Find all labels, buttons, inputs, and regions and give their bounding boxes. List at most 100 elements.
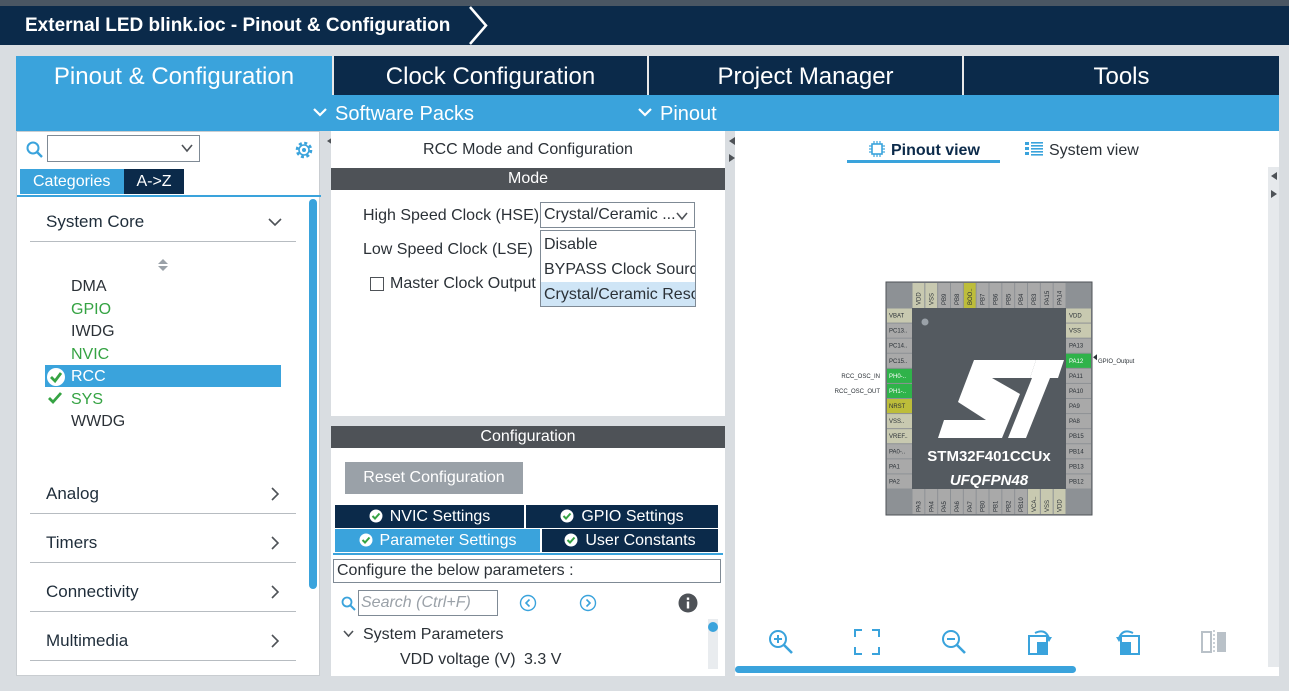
pin-label: VDD <box>1069 314 1082 320</box>
peripheral-rcc[interactable]: RCC <box>71 368 106 386</box>
tab-nvic-settings[interactable]: NVIC Settings <box>335 505 524 528</box>
peripheral-wwdg[interactable]: WWDG <box>71 413 125 431</box>
pinout-menu[interactable]: Pinout <box>638 95 717 131</box>
mco-checkbox[interactable] <box>370 277 384 291</box>
category-analog[interactable]: Analog <box>30 474 296 514</box>
system-parameters-group[interactable]: System Parameters <box>363 626 503 644</box>
peripheral-iwdg[interactable]: IWDG <box>71 323 115 341</box>
peripheral-gpio[interactable]: GPIO <box>71 301 111 319</box>
pin-label: PH0-.. <box>889 374 906 380</box>
chip-package-name: UFQFPN48 <box>950 472 1029 489</box>
expand-arrow-icon[interactable] <box>1269 189 1279 199</box>
zoom-in-icon[interactable] <box>767 628 795 656</box>
zoom-out-icon[interactable] <box>940 628 968 656</box>
hse-dropdown-list: Disable BYPASS Clock Source Crystal/Cera… <box>540 230 696 307</box>
check-circle-icon <box>47 368 65 386</box>
pin-label: PB14 <box>1069 449 1084 455</box>
option-crystal-ceramic[interactable]: Crystal/Ceramic Resonator <box>541 282 695 306</box>
signal-label-rcc-osc-out: RCC_OSC_OUT <box>835 389 881 395</box>
pin-label: PA15 <box>1045 290 1051 305</box>
peripheral-nvic[interactable]: NVIC <box>71 346 109 364</box>
category-tabs-underline <box>17 195 321 197</box>
peripheral-search-combo[interactable] <box>47 135 200 162</box>
tab-parameter-settings[interactable]: Parameter Settings <box>335 529 540 552</box>
tab-a-to-z[interactable]: A->Z <box>124 169 184 194</box>
mirror-icon[interactable] <box>1200 628 1228 656</box>
category-label: Connectivity <box>46 582 139 601</box>
parameter-search-input[interactable]: Search (Ctrl+F) <box>358 590 498 616</box>
peripheral-sys[interactable]: SYS <box>71 391 103 409</box>
category-multimedia[interactable]: Multimedia <box>30 621 296 661</box>
pin-label: PB9 <box>942 293 948 305</box>
chevron-down-icon[interactable] <box>343 629 354 639</box>
tab-project-manager[interactable]: Project Manager <box>649 56 964 95</box>
chip-pinout-diagram[interactable]: VDD VSS PB9 PB8 BOO.. PB7 PB6 PB5 PB4 PB3 PA15 PA14… <box>735 131 1279 676</box>
category-connectivity[interactable]: Connectivity <box>30 572 296 612</box>
chevron-right-icon <box>271 585 280 599</box>
peripheral-dma[interactable]: DMA <box>71 278 107 296</box>
pinout-view-panel: Pinout view System view VDD VSS PB9 PB8 BOO.… <box>735 131 1279 676</box>
sort-icon[interactable] <box>157 258 169 272</box>
categories-scrollbar[interactable] <box>309 199 317 589</box>
collapse-arrow-icon[interactable] <box>1269 171 1279 181</box>
tab-gpio-settings[interactable]: GPIO Settings <box>526 505 718 528</box>
pin-label: NRST <box>889 404 906 410</box>
tab-label: User Constants <box>585 532 696 549</box>
pin-label: VBAT <box>889 314 905 320</box>
pin-pointer-icon <box>1093 354 1097 361</box>
pin-label: PB4 <box>1019 293 1025 305</box>
panel-title: RCC Mode and Configuration <box>423 141 633 158</box>
app-window: External LED blink.ioc - Pinout & Config… <box>0 0 1289 691</box>
previous-match-icon[interactable] <box>519 594 537 612</box>
chevron-down-icon <box>268 218 282 227</box>
gear-icon[interactable] <box>293 139 315 161</box>
pin-label: VSS <box>929 293 935 305</box>
option-bypass[interactable]: BYPASS Clock Source <box>541 257 695 282</box>
pin-label: PB6 <box>993 293 999 305</box>
hse-select-value: Crystal/Ceramic ... <box>544 206 676 223</box>
pinout-horizontal-scrollbar[interactable] <box>735 666 1076 673</box>
chevron-down-icon <box>676 212 688 221</box>
pin-label: PA0-.. <box>889 449 906 455</box>
tab-pinout-configuration[interactable]: Pinout & Configuration <box>16 56 334 95</box>
vdd-voltage-value[interactable]: 3.3 V <box>524 651 561 669</box>
sub-toolbar: Software Packs Pinout <box>16 95 1279 131</box>
software-packs-menu[interactable]: Software Packs <box>313 95 474 131</box>
category-timers[interactable]: Timers <box>30 523 296 563</box>
pin-label: VDD <box>1058 499 1064 512</box>
mco-label: Master Clock Output 1 <box>390 275 550 292</box>
fit-to-screen-icon[interactable] <box>853 628 881 656</box>
pin-label: PA12 <box>1069 359 1084 365</box>
tab-clock-configuration[interactable]: Clock Configuration <box>334 56 649 95</box>
pin-label: PA8 <box>1069 419 1081 425</box>
pin-label: PB12 <box>1069 479 1084 485</box>
parameters-scroll-thumb[interactable] <box>708 622 718 632</box>
title-bar: External LED blink.ioc - Pinout & Config… <box>0 0 1289 45</box>
rotate-right-icon[interactable] <box>1027 628 1055 656</box>
info-icon[interactable] <box>678 593 698 613</box>
pin-label: VSS <box>1069 329 1081 335</box>
next-match-icon[interactable] <box>579 594 597 612</box>
tab-categories[interactable]: Categories <box>20 169 124 194</box>
search-icon <box>341 596 356 611</box>
tab-label: Parameter Settings <box>379 532 517 549</box>
pin-label: PA14 <box>1058 290 1064 305</box>
mode-header: Mode <box>331 168 725 190</box>
pin-label: PA11 <box>1069 374 1083 380</box>
panel-divider <box>331 416 725 426</box>
hse-select[interactable]: Crystal/Ceramic ... <box>540 202 695 228</box>
pinout-vertical-scroll-track[interactable] <box>1268 167 1279 667</box>
category-label: Multimedia <box>46 631 129 650</box>
tab-tools[interactable]: Tools <box>964 56 1279 95</box>
pin1-marker <box>921 318 929 326</box>
chevron-right-icon <box>271 487 280 501</box>
rotate-left-icon[interactable] <box>1113 628 1141 656</box>
search-icon <box>26 141 43 158</box>
category-system-core[interactable]: System Core <box>30 202 296 242</box>
tab-user-constants[interactable]: User Constants <box>542 529 718 552</box>
reset-configuration-button[interactable]: Reset Configuration <box>345 462 523 494</box>
pin-label: PA4 <box>929 500 935 512</box>
pin-label: PB13 <box>1069 464 1084 470</box>
breadcrumb-title: External LED blink.ioc - Pinout & Config… <box>4 6 473 45</box>
option-disable[interactable]: Disable <box>541 232 695 257</box>
